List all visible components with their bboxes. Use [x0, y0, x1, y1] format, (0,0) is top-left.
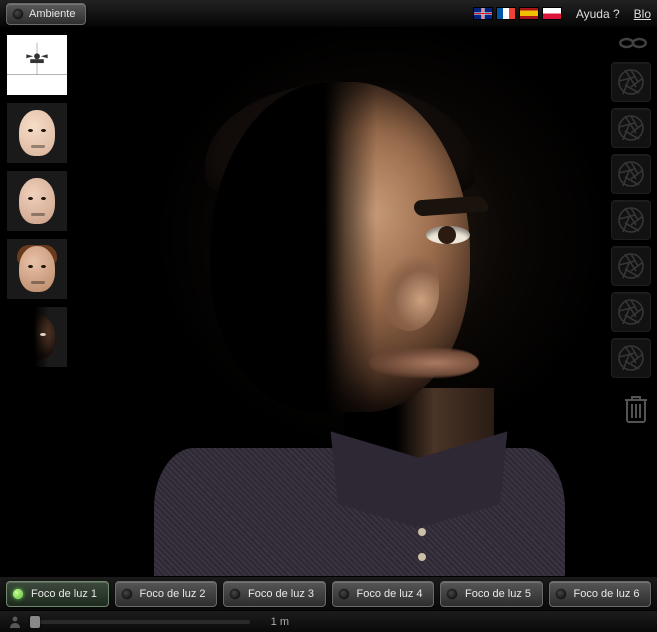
light-indicator-icon: [122, 589, 132, 599]
light-button-2[interactable]: Foco de luz 2: [115, 581, 218, 607]
light-indicator-icon: [230, 589, 240, 599]
thumbnail-column: [0, 28, 74, 576]
ambient-indicator-icon: [13, 9, 23, 19]
light-label: Foco de luz 4: [357, 588, 423, 600]
blog-link[interactable]: Blo: [634, 7, 651, 21]
aperture-slot-7[interactable]: [611, 338, 651, 378]
aperture-slot-5[interactable]: [611, 246, 651, 286]
aperture-slot-3[interactable]: [611, 154, 651, 194]
language-flags: [473, 7, 562, 20]
light-button-1[interactable]: Foco de luz 1: [6, 581, 109, 607]
top-bar: Ambiente Ayuda ? Blo: [0, 0, 657, 28]
slider-knob[interactable]: [30, 616, 40, 628]
aperture-slot-2[interactable]: [611, 108, 651, 148]
footer-bar: 1 m: [0, 610, 657, 632]
distance-slider[interactable]: [30, 620, 250, 624]
light-button-3[interactable]: Foco de luz 3: [223, 581, 326, 607]
thumbnail-model-1[interactable]: [6, 102, 68, 164]
thumbnail-diagram[interactable]: [6, 34, 68, 96]
top-right-group: Ayuda ? Blo: [473, 7, 651, 21]
main-area: [0, 28, 657, 576]
flag-fr-icon[interactable]: [496, 7, 516, 20]
ambient-button[interactable]: Ambiente: [6, 3, 86, 25]
light-label: Foco de luz 1: [31, 588, 97, 600]
light-indicator-icon: [447, 589, 457, 599]
app-root: Ambiente Ayuda ? Blo: [0, 0, 657, 632]
thumbnail-model-2[interactable]: [6, 170, 68, 232]
aperture-slot-4[interactable]: [611, 200, 651, 240]
help-link[interactable]: Ayuda ?: [576, 7, 620, 21]
light-label: Foco de luz 6: [574, 588, 640, 600]
aperture-slot-6[interactable]: [611, 292, 651, 332]
portrait-render: [74, 28, 605, 576]
aperture-slot-1[interactable]: [611, 62, 651, 102]
lights-row: Foco de luz 1 Foco de luz 2 Foco de luz 3 F…: [0, 576, 657, 610]
render-viewport[interactable]: [74, 28, 605, 576]
flag-es-icon[interactable]: [519, 7, 539, 20]
right-tool-column: [605, 28, 657, 576]
light-label: Foco de luz 3: [248, 588, 314, 600]
link-icon[interactable]: [615, 34, 651, 52]
ambient-label: Ambiente: [29, 8, 75, 20]
light-button-6[interactable]: Foco de luz 6: [549, 581, 652, 607]
light-button-5[interactable]: Foco de luz 5: [440, 581, 543, 607]
light-indicator-icon: [556, 589, 566, 599]
thumbnail-model-3[interactable]: [6, 238, 68, 300]
light-indicator-icon: [339, 589, 349, 599]
light-label: Foco de luz 2: [140, 588, 206, 600]
person-icon: [8, 615, 22, 629]
flag-uk-icon[interactable]: [473, 7, 493, 20]
thumbnail-model-4[interactable]: [6, 306, 68, 368]
light-button-4[interactable]: Foco de luz 4: [332, 581, 435, 607]
distance-label: 1 m: [271, 616, 289, 628]
light-indicator-icon: [13, 589, 23, 599]
flag-pl-icon[interactable]: [542, 7, 562, 20]
trash-icon[interactable]: [621, 392, 651, 426]
light-label: Foco de luz 5: [465, 588, 531, 600]
